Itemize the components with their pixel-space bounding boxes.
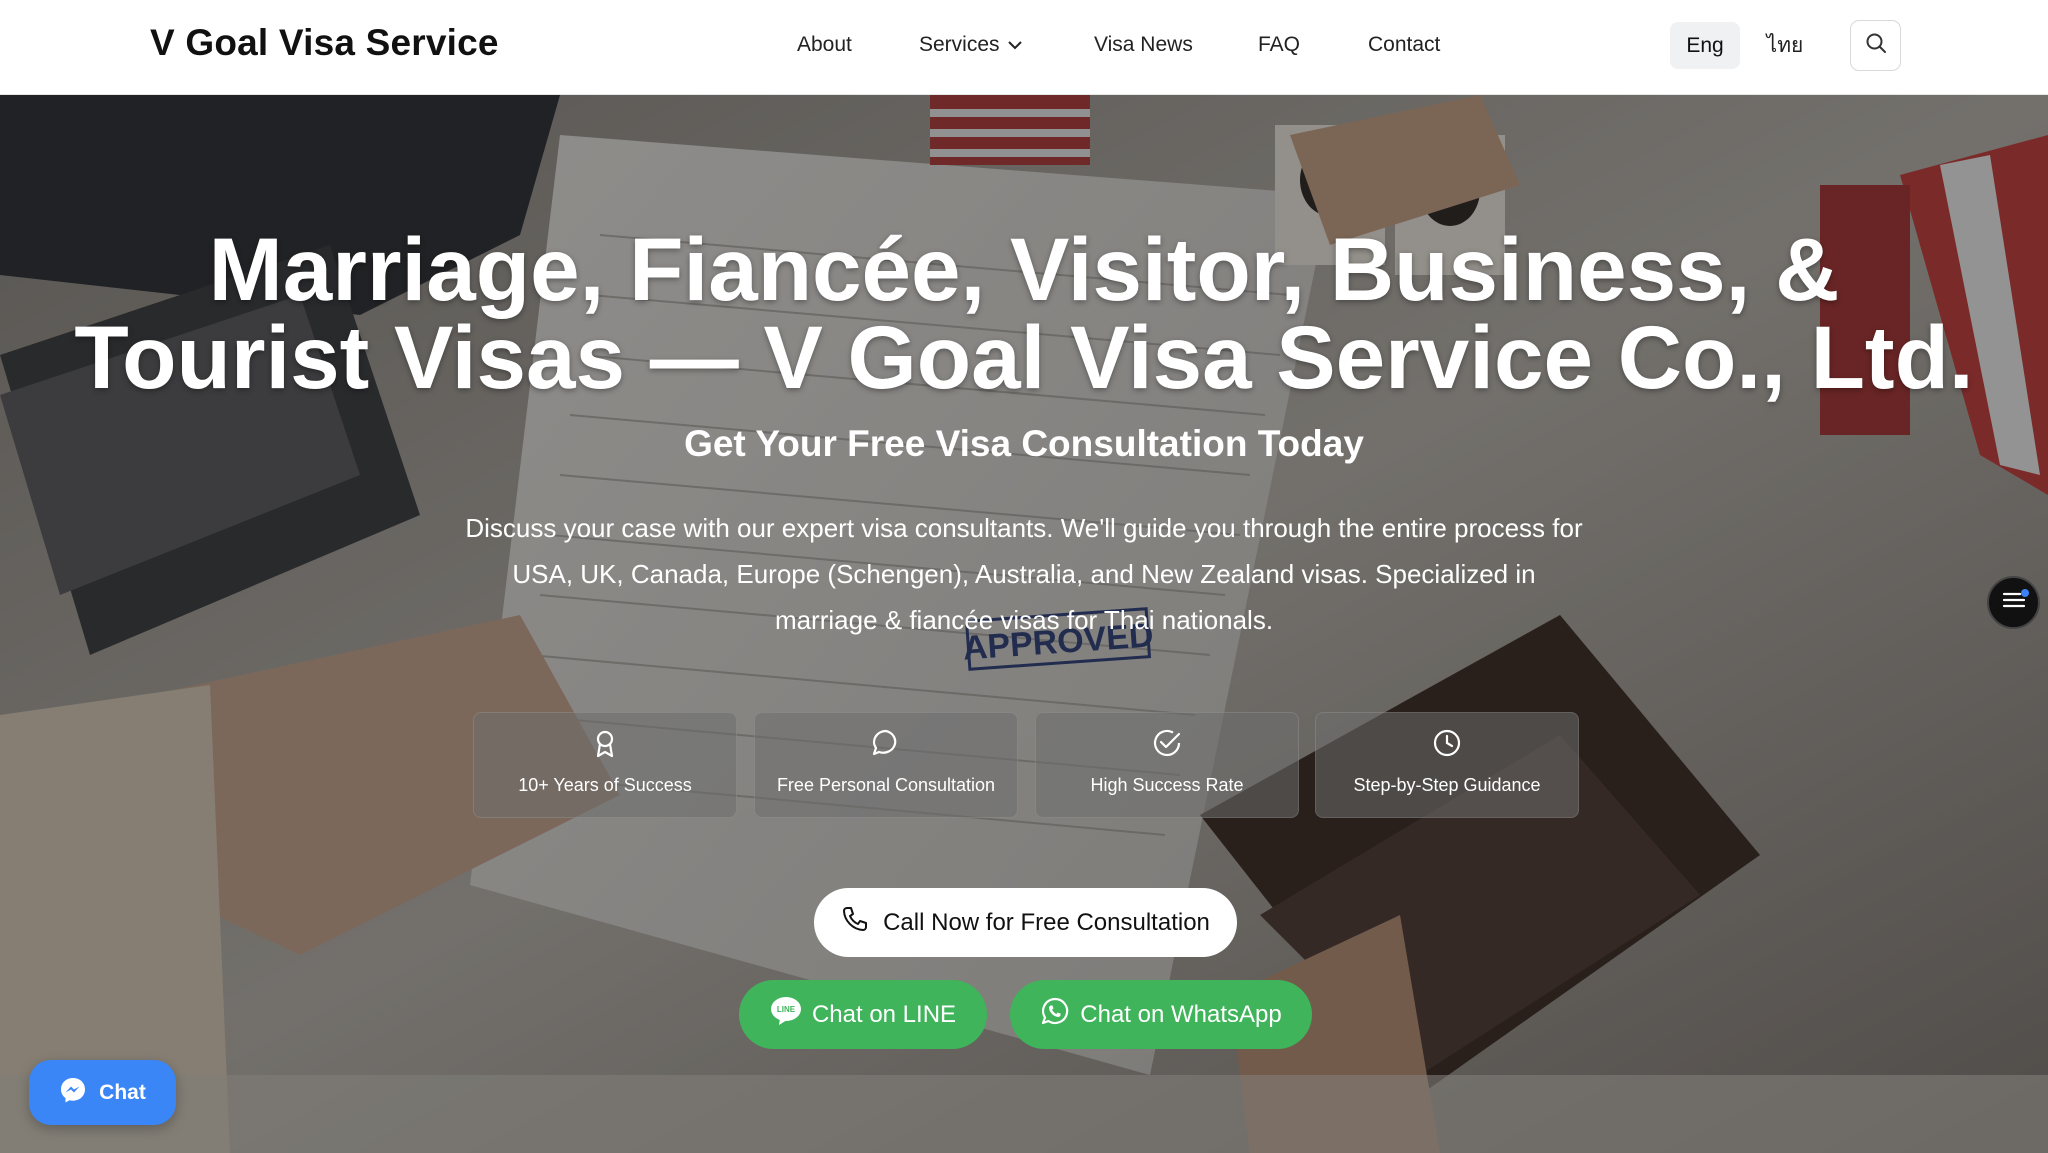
hero-title-line-1: Marriage, Fiancée, Visitor, Business, & <box>208 219 1840 319</box>
hero-section: APPROVED Marriage, Fiancée, Visitor, Bus… <box>0 95 2048 1153</box>
chat-whatsapp-button[interactable]: Chat on WhatsApp <box>1010 980 1312 1049</box>
search-button[interactable] <box>1850 20 1901 71</box>
feature-label: Free Personal Consultation <box>776 775 996 795</box>
nav-item-services-label: Services <box>919 33 1000 56</box>
hero-title: Marriage, Fiancée, Visitor, Business, & … <box>0 219 2048 407</box>
message-circle-icon <box>755 727 1017 759</box>
hero-description: Discuss your case with our expert visa c… <box>465 513 1583 635</box>
call-now-label: Call Now for Free Consultation <box>883 908 1210 936</box>
line-icon: LINE <box>770 996 812 1033</box>
messenger-icon <box>59 1076 99 1110</box>
clock-icon <box>1316 727 1578 759</box>
search-icon <box>1865 32 1887 59</box>
nav-item-about[interactable]: About <box>797 33 852 57</box>
notification-dot <box>2021 589 2029 597</box>
award-icon <box>474 727 736 759</box>
hero-subtitle: Get Your Free Visa Consultation Today <box>684 423 1364 464</box>
messenger-chat-button[interactable]: Chat <box>29 1060 176 1125</box>
messenger-chat-label: Chat <box>99 1080 146 1104</box>
nav-item-contact[interactable]: Contact <box>1368 33 1440 57</box>
chat-line-button[interactable]: LINE Chat on LINE <box>739 980 987 1049</box>
feature-list: 10+ Years of Success Free Personal Consu… <box>0 712 2048 818</box>
feature-card-consultation: Free Personal Consultation <box>754 712 1018 818</box>
feature-label: 10+ Years of Success <box>518 775 692 795</box>
language-english-button[interactable]: Eng <box>1670 22 1740 69</box>
svg-text:LINE: LINE <box>777 1005 796 1014</box>
nav-item-visa-news[interactable]: Visa News <box>1094 33 1193 57</box>
table-of-contents-button[interactable] <box>1987 576 2040 629</box>
whatsapp-icon <box>1040 996 1080 1033</box>
chevron-down-icon <box>1007 32 1022 56</box>
feature-card-success-rate: High Success Rate <box>1035 712 1299 818</box>
nav-item-faq[interactable]: FAQ <box>1258 33 1300 57</box>
call-now-button[interactable]: Call Now for Free Consultation <box>814 888 1237 957</box>
chat-whatsapp-label: Chat on WhatsApp <box>1080 1000 1282 1028</box>
check-circle-icon <box>1036 727 1298 759</box>
feature-card-guidance: Step-by-Step Guidance <box>1315 712 1579 818</box>
phone-icon <box>841 905 883 940</box>
main-nav: About Services Visa News FAQ Contact <box>0 33 2048 63</box>
chat-line-label: Chat on LINE <box>811 1000 957 1028</box>
nav-item-services[interactable]: Services <box>919 33 1022 57</box>
feature-label: Step-by-Step Guidance <box>1353 775 1541 795</box>
hero-title-line-2: Tourist Visas — V Goal Visa Service Co.,… <box>74 307 1974 407</box>
feature-label: High Success Rate <box>1090 775 1244 795</box>
feature-card-years: 10+ Years of Success <box>473 712 737 818</box>
site-header: V Goal Visa Service About Services Visa … <box>0 0 2048 95</box>
language-thai-button[interactable]: ไทย <box>1750 22 1820 69</box>
